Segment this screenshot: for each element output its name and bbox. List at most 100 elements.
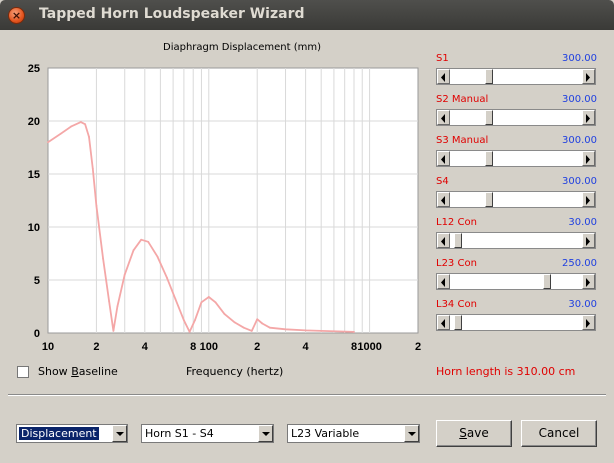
- slider-thumb[interactable]: [454, 315, 462, 330]
- x-tick-label: 10: [42, 341, 54, 353]
- x-tick-label: 2: [93, 341, 99, 353]
- param-name: S1: [436, 53, 449, 64]
- data-point: [123, 273, 126, 276]
- arrow-left-icon[interactable]: [437, 110, 450, 125]
- arrow-right-icon[interactable]: [582, 315, 595, 330]
- x-tick-label: 4: [303, 341, 310, 353]
- y-tick-label: 0: [34, 328, 40, 340]
- data-point: [70, 125, 73, 128]
- chevron-down-icon[interactable]: [404, 425, 419, 442]
- param-value: 300.00: [562, 53, 597, 64]
- y-tick-label: 15: [28, 169, 40, 181]
- chevron-down-icon[interactable]: [258, 425, 273, 442]
- data-point: [147, 240, 150, 243]
- data-point: [242, 326, 245, 329]
- arrow-right-icon[interactable]: [582, 192, 595, 207]
- slider-thumb[interactable]: [485, 151, 493, 166]
- arrow-left-icon[interactable]: [437, 151, 450, 166]
- divider: [8, 394, 606, 396]
- param-slider[interactable]: [436, 109, 596, 126]
- data-point: [320, 329, 323, 332]
- slider-thumb[interactable]: [543, 274, 551, 289]
- arrow-left-icon[interactable]: [437, 233, 450, 248]
- param-value: 30.00: [568, 217, 597, 228]
- data-point: [108, 300, 111, 303]
- variable-select-value: L23 Variable: [291, 427, 360, 440]
- param-name: L23 Con: [436, 258, 477, 269]
- data-point: [214, 301, 217, 304]
- variable-select[interactable]: L23 Variable: [287, 424, 420, 443]
- data-point: [102, 257, 104, 260]
- data-point: [188, 331, 191, 333]
- data-point: [261, 322, 264, 325]
- data-point: [194, 319, 196, 322]
- arrow-right-icon[interactable]: [582, 69, 595, 84]
- param-slider[interactable]: [436, 314, 596, 331]
- param-name: S4: [436, 176, 449, 187]
- arrow-left-icon[interactable]: [437, 315, 450, 330]
- data-point: [256, 318, 259, 321]
- show-baseline-checkbox[interactable]: [17, 366, 29, 378]
- param-slider[interactable]: [436, 232, 596, 249]
- param-name: S2 Manual: [436, 94, 489, 105]
- data-point: [174, 298, 177, 300]
- x-tick-label: 2: [415, 341, 421, 353]
- data-point: [304, 329, 307, 332]
- x-tick-label: 100: [200, 341, 218, 353]
- horn-length-status: Horn length is 310.00 cm: [436, 365, 576, 378]
- data-point: [112, 329, 115, 332]
- x-tick-label: 4: [142, 341, 149, 353]
- param-value: 300.00: [562, 176, 597, 187]
- data-point: [116, 305, 119, 308]
- mode-select-value: Displacement: [19, 427, 99, 440]
- data-point: [59, 132, 62, 135]
- data-point: [269, 326, 271, 329]
- arrow-right-icon[interactable]: [582, 233, 595, 248]
- y-tick-label: 10: [28, 222, 40, 234]
- x-tick-label: 1000: [357, 341, 381, 353]
- slider-thumb[interactable]: [454, 233, 462, 248]
- save-button[interactable]: Save: [436, 420, 512, 447]
- data-point: [91, 167, 94, 170]
- x-axis-label: Frequency (hertz): [186, 365, 284, 378]
- param-name: L12 Con: [436, 217, 477, 228]
- slider-thumb[interactable]: [485, 192, 493, 207]
- param-slider[interactable]: [436, 150, 596, 167]
- data-point: [140, 238, 143, 241]
- mode-select[interactable]: Displacement: [16, 424, 128, 443]
- cancel-button[interactable]: Cancel: [521, 420, 597, 447]
- x-tick-label: 8: [190, 341, 196, 353]
- data-point: [200, 301, 203, 304]
- slider-thumb[interactable]: [485, 110, 493, 125]
- data-point: [166, 276, 168, 279]
- arrow-left-icon[interactable]: [437, 69, 450, 84]
- data-point: [284, 328, 287, 331]
- data-point: [88, 136, 90, 138]
- show-baseline-label[interactable]: Show Baseline: [38, 365, 118, 378]
- param-slider[interactable]: [436, 191, 596, 208]
- param-slider[interactable]: [436, 273, 596, 290]
- data-point: [84, 123, 86, 126]
- data-point: [47, 141, 49, 144]
- param-slider[interactable]: [436, 68, 596, 85]
- param-name: L34 Con: [436, 299, 477, 310]
- param-value: 30.00: [568, 299, 597, 310]
- chevron-down-icon[interactable]: [112, 425, 127, 442]
- arrow-right-icon[interactable]: [582, 151, 595, 166]
- param-name: S3 Manual: [436, 135, 489, 146]
- horn-select-value: Horn S1 - S4: [145, 427, 214, 440]
- data-point: [233, 321, 236, 324]
- data-point: [223, 313, 226, 315]
- data-point: [353, 331, 355, 333]
- arrow-right-icon[interactable]: [582, 274, 595, 289]
- arrow-left-icon[interactable]: [437, 192, 450, 207]
- arrow-right-icon[interactable]: [582, 110, 595, 125]
- data-point: [250, 329, 253, 332]
- slider-thumb[interactable]: [485, 69, 493, 84]
- arrow-left-icon[interactable]: [437, 274, 450, 289]
- data-point: [182, 319, 185, 322]
- data-point: [95, 204, 98, 207]
- horn-select[interactable]: Horn S1 - S4: [141, 424, 274, 443]
- data-point: [156, 255, 159, 258]
- data-point: [132, 249, 135, 252]
